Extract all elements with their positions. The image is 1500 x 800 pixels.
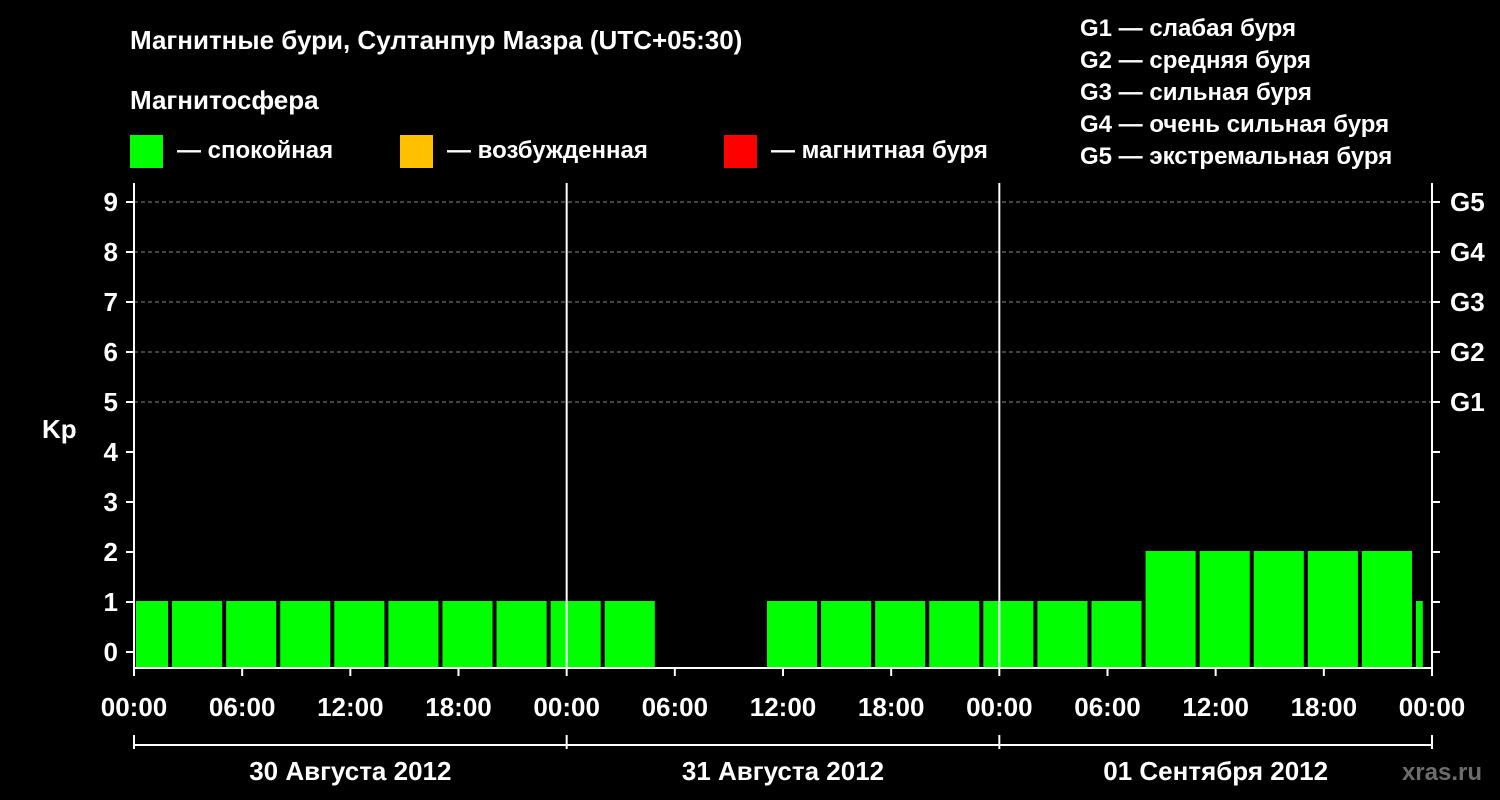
- kp-bar: [929, 601, 980, 668]
- day-label: 31 Августа 2012: [682, 756, 884, 786]
- legend-swatch: [400, 135, 433, 168]
- g-level-label: G2: [1450, 337, 1485, 367]
- kp-bar: [496, 601, 547, 668]
- x-tick-label: 18:00: [858, 692, 925, 722]
- y-tick-label: 2: [104, 537, 118, 567]
- kp-bar: [1307, 551, 1358, 668]
- kp-bar: [1199, 551, 1250, 668]
- kp-bar: [604, 601, 655, 668]
- day-label: 30 Августа 2012: [249, 756, 451, 786]
- y-tick-label: 4: [104, 437, 119, 467]
- chart-subtitle: Магнитосфера: [130, 85, 319, 115]
- storm-scale: G1 — слабая буря G2 — средняя буря G3 — си…: [1080, 15, 1392, 170]
- kp-bar: [226, 601, 277, 668]
- x-tick-label: 12:00: [750, 692, 817, 722]
- g-level-label: G1: [1450, 387, 1485, 417]
- kp-bar: [388, 601, 439, 668]
- y-tick-label: 1: [104, 587, 118, 617]
- day-label: 01 Сентября 2012: [1103, 756, 1328, 786]
- legend: — спокойная — возбужденная — магнитная бур…: [130, 135, 988, 168]
- kp-bar: [1361, 551, 1412, 668]
- legend-swatch: [724, 135, 757, 168]
- x-tick-label: 06:00: [209, 692, 276, 722]
- legend-swatch: [130, 135, 163, 168]
- kp-bar: [172, 601, 223, 668]
- g-level-label: G5: [1450, 187, 1485, 217]
- legend-label: — возбужденная: [447, 137, 648, 164]
- x-tick-label: 12:00: [1182, 692, 1249, 722]
- kp-bar: [821, 601, 872, 668]
- kp-bar: [442, 601, 493, 668]
- bars: [136, 551, 1423, 668]
- storm-scale-item: G1 — слабая буря: [1080, 15, 1296, 42]
- kp-bar: [983, 601, 1034, 668]
- kp-bar: [1037, 601, 1088, 668]
- y-tick-label: 7: [104, 287, 118, 317]
- kp-bar: [766, 601, 818, 668]
- storm-scale-item: G3 — сильная буря: [1080, 79, 1312, 106]
- x-tick-label: 12:00: [317, 692, 384, 722]
- x-tick-label: 18:00: [425, 692, 492, 722]
- x-tick-label: 00:00: [533, 692, 600, 722]
- kp-bar: [1091, 601, 1142, 668]
- kp-bar: [136, 601, 169, 668]
- kp-chart: Магнитные бури, Султанпур Мазра (UTC+05:…: [42, 15, 1485, 786]
- g-level-label: G4: [1450, 237, 1485, 267]
- y-axis-label: Kp: [42, 414, 77, 444]
- x-tick-label: 00:00: [101, 692, 168, 722]
- kp-bar: [1253, 551, 1304, 668]
- y-tick-label: 3: [104, 487, 118, 517]
- y-tick-label: 0: [104, 637, 118, 667]
- y-tick-label: 8: [104, 237, 118, 267]
- kp-bar: [334, 601, 385, 668]
- ticks: 0 1 2 3 4 5 6 7 8 9 G1 G2 G3 G4 G5 00:00 06:00 12:00 18:00…: [101, 187, 1485, 786]
- storm-scale-item: G4 — очень сильная буря: [1080, 111, 1389, 138]
- watermark: xras.ru: [1402, 759, 1482, 786]
- x-tick-label: 00:00: [966, 692, 1033, 722]
- x-tick-label: 18:00: [1291, 692, 1358, 722]
- g-level-label: G3: [1450, 287, 1485, 317]
- kp-bar: [550, 601, 601, 668]
- y-tick-label: 5: [104, 387, 118, 417]
- kp-bar: [280, 601, 331, 668]
- storm-scale-item: G2 — средняя буря: [1080, 47, 1311, 74]
- chart-title: Магнитные бури, Султанпур Мазра (UTC+05:…: [130, 25, 742, 55]
- y-tick-label: 9: [104, 187, 118, 217]
- kp-bar: [1145, 551, 1196, 668]
- grid: [134, 201, 1432, 403]
- y-tick-label: 6: [104, 337, 118, 367]
- x-tick-label: 00:00: [1399, 692, 1466, 722]
- x-tick-label: 06:00: [642, 692, 709, 722]
- x-tick-label: 06:00: [1074, 692, 1141, 722]
- kp-bar: [1415, 601, 1423, 668]
- legend-label: — магнитная буря: [771, 137, 988, 164]
- storm-scale-item: G5 — экстремальная буря: [1080, 143, 1392, 170]
- legend-label: — спокойная: [177, 137, 333, 164]
- kp-bar: [875, 601, 926, 668]
